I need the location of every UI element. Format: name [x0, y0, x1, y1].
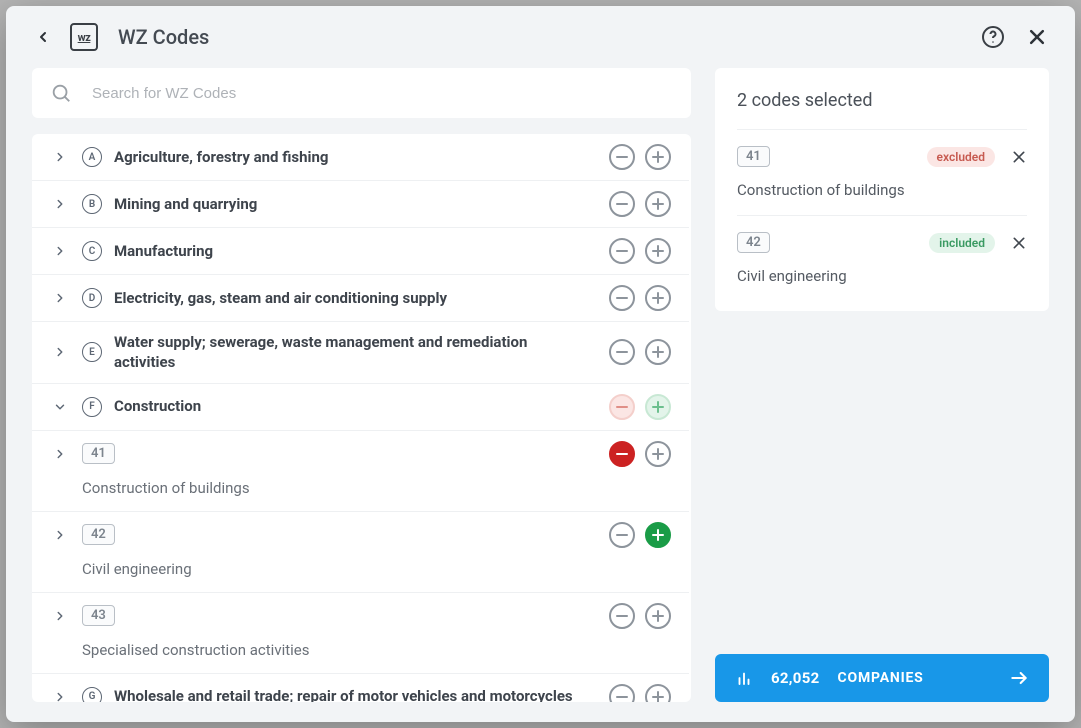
subcategory-row[interactable]: 43 Specialised construction activities: [32, 593, 689, 674]
chevron-right-icon: [50, 345, 70, 359]
companies-result-button[interactable]: 62,052 COMPANIES: [715, 654, 1049, 702]
close-modal-button[interactable]: [1023, 23, 1051, 51]
exclude-button[interactable]: [609, 238, 635, 264]
chevron-down-icon: [50, 400, 70, 414]
chevron-right-icon: [50, 244, 70, 258]
subcategory-label: Specialised construction activities: [82, 641, 671, 659]
include-button[interactable]: [645, 684, 671, 703]
category-label: Manufacturing: [114, 241, 597, 261]
help-button[interactable]: [979, 23, 1007, 51]
result-count: 62,052: [771, 669, 820, 687]
category-label: Electricity, gas, steam and air conditio…: [114, 288, 597, 308]
search-icon: [50, 82, 72, 104]
status-pill: included: [929, 233, 995, 253]
category-row[interactable]: G Wholesale and retail trade; repair of m…: [32, 674, 689, 703]
selection-card: 2 codes selected 41 excluded Construction …: [715, 68, 1049, 311]
status-pill: excluded: [927, 147, 995, 167]
right-column: 2 codes selected 41 excluded Construction …: [715, 68, 1049, 702]
category-row[interactable]: C Manufacturing: [32, 228, 689, 275]
category-letter: D: [82, 288, 102, 308]
category-letter: C: [82, 241, 102, 261]
left-column: A Agriculture, forestry and fishing B Minin…: [32, 68, 691, 702]
include-button[interactable]: [645, 339, 671, 365]
chevron-right-icon: [50, 197, 70, 211]
chevron-right-icon: [50, 609, 70, 623]
chevron-right-icon: [50, 528, 70, 542]
exclude-button[interactable]: [609, 522, 635, 548]
chevron-right-icon: [50, 150, 70, 164]
code-badge: 42: [737, 232, 770, 253]
category-row[interactable]: F Construction: [32, 384, 689, 431]
exclude-button[interactable]: [609, 144, 635, 170]
include-button[interactable]: [645, 191, 671, 217]
search-bar: [32, 68, 691, 118]
exclude-button[interactable]: [609, 684, 635, 703]
chevron-left-icon: [35, 29, 51, 45]
category-letter: F: [82, 397, 102, 417]
include-button[interactable]: [645, 441, 671, 467]
category-letter: G: [82, 687, 102, 703]
category-letter: E: [82, 342, 102, 362]
category-label: Construction: [114, 396, 597, 416]
category-row[interactable]: E Water supply; sewerage, waste managemen…: [32, 322, 689, 384]
exclude-button[interactable]: [609, 441, 635, 467]
code-tree[interactable]: A Agriculture, forestry and fishing B Minin…: [32, 134, 691, 702]
chevron-right-icon: [50, 447, 70, 461]
result-label: COMPANIES: [838, 670, 924, 686]
back-button[interactable]: [30, 24, 56, 50]
code-badge: 43: [82, 605, 115, 626]
subcategory-label: Civil engineering: [82, 560, 671, 578]
bar-chart-icon: [735, 669, 753, 687]
code-badge: 41: [737, 146, 770, 167]
modal-header: wz WZ Codes: [6, 6, 1075, 68]
selected-code-desc: Construction of buildings: [737, 181, 1027, 199]
close-icon: [1027, 27, 1047, 47]
remove-selection-button[interactable]: [1011, 235, 1027, 251]
category-label: Agriculture, forestry and fishing: [114, 147, 597, 167]
category-row[interactable]: A Agriculture, forestry and fishing: [32, 134, 689, 181]
help-icon: [981, 25, 1005, 49]
chevron-right-icon: [50, 291, 70, 305]
category-label: Mining and quarrying: [114, 194, 597, 214]
subcategory-label: Construction of buildings: [82, 479, 671, 497]
wz-logo: wz: [70, 23, 98, 51]
exclude-button[interactable]: [609, 394, 635, 420]
category-row[interactable]: B Mining and quarrying: [32, 181, 689, 228]
selected-code-item: 41 excluded Construction of buildings: [737, 129, 1027, 215]
modal-title: WZ Codes: [118, 25, 965, 49]
wz-codes-modal: wz WZ Codes A Agriculture, forestry and f…: [6, 6, 1075, 722]
code-badge: 41: [82, 443, 115, 464]
exclude-button[interactable]: [609, 339, 635, 365]
close-icon: [1011, 235, 1027, 251]
exclude-button[interactable]: [609, 603, 635, 629]
close-icon: [1011, 149, 1027, 165]
include-button[interactable]: [645, 522, 671, 548]
selected-code-desc: Civil engineering: [737, 267, 1027, 285]
category-letter: A: [82, 147, 102, 167]
include-button[interactable]: [645, 603, 671, 629]
exclude-button[interactable]: [609, 191, 635, 217]
subcategory-row[interactable]: 41 Construction of buildings: [32, 431, 689, 512]
category-label: Water supply; sewerage, waste management…: [114, 332, 597, 373]
include-button[interactable]: [645, 394, 671, 420]
include-button[interactable]: [645, 238, 671, 264]
include-button[interactable]: [645, 144, 671, 170]
include-button[interactable]: [645, 285, 671, 311]
category-row[interactable]: D Electricity, gas, steam and air conditi…: [32, 275, 689, 322]
code-badge: 42: [82, 524, 115, 545]
category-letter: B: [82, 194, 102, 214]
category-label: Wholesale and retail trade; repair of mo…: [114, 686, 597, 702]
selection-title: 2 codes selected: [737, 90, 1027, 111]
subcategory-row[interactable]: 42 Civil engineering: [32, 512, 689, 593]
exclude-button[interactable]: [609, 285, 635, 311]
modal-content: A Agriculture, forestry and fishing B Minin…: [6, 68, 1075, 722]
selected-code-item: 42 included Civil engineering: [737, 215, 1027, 301]
remove-selection-button[interactable]: [1011, 149, 1027, 165]
arrow-right-icon: [1009, 668, 1029, 688]
search-input[interactable]: [90, 84, 673, 103]
chevron-right-icon: [50, 690, 70, 703]
